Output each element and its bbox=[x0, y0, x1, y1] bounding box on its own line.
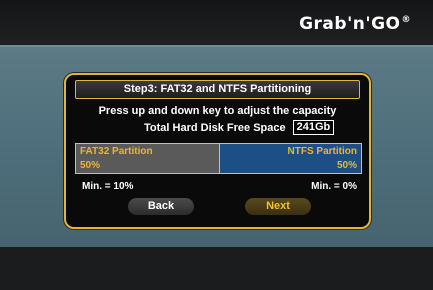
free-space-label: Total Hard Disk Free Space bbox=[144, 121, 286, 134]
ntfs-min-text: Min. = 0% bbox=[311, 181, 357, 192]
fat32-partition-cell[interactable]: FAT32 Partition 50% bbox=[76, 144, 219, 173]
next-button[interactable]: Next bbox=[245, 198, 311, 215]
back-button[interactable]: Back bbox=[128, 198, 194, 215]
ntfs-partition-value: 50% bbox=[336, 160, 357, 171]
partition-dialog: Step3: FAT32 and NTFS Partitioning Press… bbox=[64, 73, 371, 229]
instruction-text: Press up and down key to adjust the capa… bbox=[98, 105, 337, 117]
free-space-row: Total Hard Disk Free Space 241Gb bbox=[144, 120, 335, 135]
bottom-band bbox=[0, 247, 433, 290]
dialog-title: Step3: FAT32 and NTFS Partitioning bbox=[75, 80, 360, 99]
fat32-partition-value: 50% bbox=[80, 160, 101, 171]
top-header-band: Grab'n'GO® bbox=[0, 0, 433, 43]
free-space-value: 241Gb bbox=[292, 120, 335, 135]
ntfs-partition-label: NTFS Partition bbox=[287, 146, 357, 157]
partition-selector[interactable]: FAT32 Partition 50% NTFS Partition 50% bbox=[75, 143, 362, 174]
ntfs-partition-cell[interactable]: NTFS Partition 50% bbox=[218, 144, 361, 173]
fat32-partition-label: FAT32 Partition bbox=[80, 146, 153, 157]
fat32-min-text: Min. = 10% bbox=[82, 181, 134, 192]
brand-logo: Grab'n'GO® bbox=[299, 14, 411, 34]
